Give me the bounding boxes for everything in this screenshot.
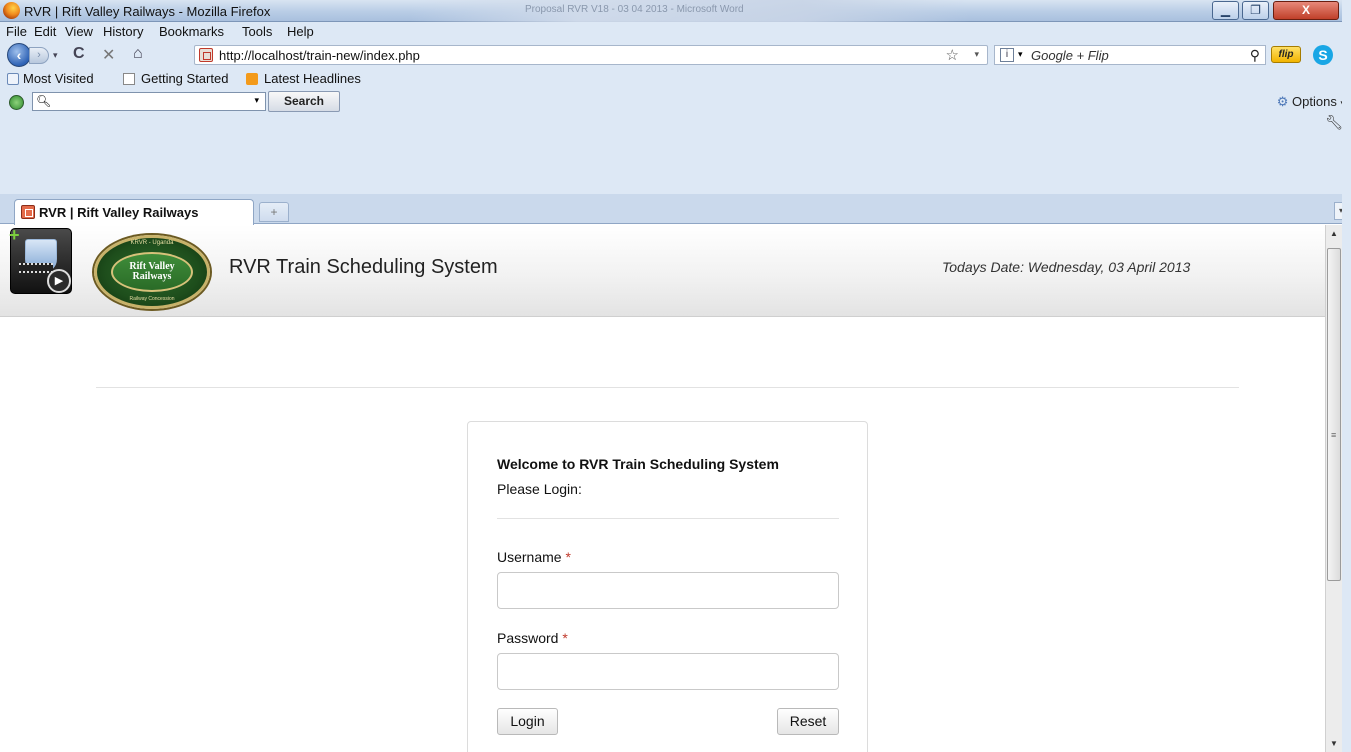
search-icon[interactable]: ⚲ bbox=[1250, 47, 1260, 64]
tab-favicon-icon bbox=[21, 205, 35, 219]
bookmark-star-icon[interactable]: ☆ bbox=[946, 46, 959, 64]
search-placeholder: Google + Flip bbox=[1031, 48, 1109, 63]
bookmark-latest-headlines[interactable]: Latest Headlines bbox=[264, 71, 361, 86]
login-heading: Welcome to RVR Train Scheduling System bbox=[497, 456, 779, 472]
menu-view[interactable]: View bbox=[65, 24, 93, 39]
required-marker: * bbox=[562, 630, 568, 646]
forward-button[interactable]: › bbox=[29, 47, 49, 64]
home-icon[interactable]: ⌂ bbox=[133, 45, 143, 63]
password-input[interactable] bbox=[497, 653, 839, 690]
toolbar-search-button[interactable]: Search bbox=[268, 91, 340, 112]
play-icon[interactable]: ▶ bbox=[47, 269, 71, 293]
rss-icon bbox=[246, 73, 258, 85]
firefox-icon bbox=[3, 2, 20, 19]
rvr-logo: KRVR - Uganda Rift Valley Railways Railw… bbox=[94, 235, 210, 309]
scroll-up-icon[interactable]: ▲ bbox=[1326, 225, 1342, 242]
bookmark-most-visited[interactable]: Most Visited bbox=[23, 71, 94, 86]
vertical-scrollbar[interactable]: ▲ ≡ ▼ bbox=[1325, 225, 1342, 752]
window-title: RVR | Rift Valley Railways - Mozilla Fir… bbox=[24, 4, 271, 19]
app-header: + ▶ KRVR - Uganda Rift Valley Railways R… bbox=[0, 225, 1325, 317]
new-tab-button[interactable]: + bbox=[259, 202, 289, 222]
background-window-title: Proposal RVR V18 - 03 04 2013 - Microsof… bbox=[410, 0, 970, 22]
username-input[interactable] bbox=[497, 572, 839, 609]
toolbar-spacer bbox=[0, 132, 1351, 194]
url-bar[interactable]: http://localhost/train-new/index.php ☆ ▾ bbox=[194, 45, 988, 65]
search-bar[interactable]: i ▾ Google + Flip ⚲ bbox=[994, 45, 1266, 65]
menu-history[interactable]: History bbox=[103, 24, 143, 39]
history-dropdown-icon[interactable]: ▾ bbox=[53, 50, 58, 61]
password-label-text: Password bbox=[497, 630, 559, 646]
divider bbox=[96, 387, 1239, 388]
video-downloader-widget[interactable]: + ▶ bbox=[9, 225, 72, 294]
search-engine-icon[interactable]: i bbox=[1000, 48, 1014, 62]
password-label: Password * bbox=[497, 630, 568, 646]
tab-rvr[interactable]: RVR | Rift Valley Railways bbox=[14, 199, 254, 225]
search-icon: 🔍︎ bbox=[36, 94, 52, 108]
todays-date: Todays Date: Wednesday, 03 April 2013 bbox=[942, 259, 1191, 275]
logo-inner-oval: Rift Valley Railways bbox=[111, 252, 193, 292]
plus-icon: + bbox=[9, 225, 20, 245]
login-button[interactable]: Login bbox=[497, 708, 558, 735]
tab-label: RVR | Rift Valley Railways bbox=[39, 205, 199, 220]
stop-icon[interactable]: ✕ bbox=[102, 45, 115, 65]
options-label: Options bbox=[1292, 94, 1337, 109]
url-dropdown-icon[interactable]: ▾ bbox=[974, 49, 979, 60]
menu-file[interactable]: File bbox=[6, 24, 27, 39]
scroll-down-icon[interactable]: ▼ bbox=[1326, 735, 1342, 752]
background-window-title-text: Proposal RVR V18 - 03 04 2013 - Microsof… bbox=[525, 4, 744, 15]
bookmarks-toolbar: Most Visited Getting Started Latest Head… bbox=[0, 68, 1351, 90]
page-viewport: + ▶ KRVR - Uganda Rift Valley Railways R… bbox=[0, 225, 1325, 752]
search-engine-dropdown-icon[interactable]: ▾ bbox=[1018, 49, 1023, 60]
username-label-text: Username bbox=[497, 549, 562, 565]
app-title: RVR Train Scheduling System bbox=[229, 256, 498, 278]
flip-button[interactable]: flip bbox=[1271, 46, 1301, 63]
toolbar-search-input[interactable]: 🔍︎ ▾ bbox=[32, 92, 266, 111]
film-strip-icon bbox=[19, 263, 53, 273]
window-title-bar: Proposal RVR V18 - 03 04 2013 - Microsof… bbox=[0, 0, 1351, 22]
menu-help[interactable]: Help bbox=[287, 24, 314, 39]
scrollbar-grip-icon: ≡ bbox=[1331, 430, 1337, 440]
reload-icon[interactable]: C bbox=[73, 45, 85, 63]
bookmark-getting-started[interactable]: Getting Started bbox=[141, 71, 228, 86]
close-button[interactable]: X bbox=[1273, 1, 1339, 20]
required-marker: * bbox=[565, 549, 571, 565]
minimize-button[interactable]: ▁ bbox=[1212, 1, 1239, 20]
reset-button[interactable]: Reset bbox=[777, 708, 839, 735]
menu-tools[interactable]: Tools bbox=[242, 24, 272, 39]
page-icon bbox=[123, 73, 135, 85]
login-card: Welcome to RVR Train Scheduling System P… bbox=[467, 421, 868, 752]
most-visited-icon bbox=[7, 73, 19, 85]
scrollbar-thumb[interactable]: ≡ bbox=[1327, 248, 1341, 581]
tab-bar: RVR | Rift Valley Railways + ▾ bbox=[0, 194, 1351, 225]
wrench-icon[interactable]: 🔧︎ bbox=[1325, 114, 1343, 131]
back-button[interactable]: ‹ bbox=[7, 43, 31, 67]
skype-icon[interactable]: S bbox=[1313, 45, 1333, 65]
logo-arc-bottom-text: Railway Concession bbox=[129, 296, 175, 302]
addon-toolbar: 🔍︎ ▾ Search ⚙ Options ▾ bbox=[0, 90, 1351, 114]
logo-arc-top-text: KRVR - Uganda bbox=[130, 240, 174, 246]
navigation-toolbar: ‹ › ▾ C ✕ ⌂ http://localhost/train-new/i… bbox=[0, 42, 1351, 68]
menu-edit[interactable]: Edit bbox=[34, 24, 56, 39]
menu-bar: File Edit View History Bookmarks Tools H… bbox=[0, 22, 1351, 42]
window-frame-edge bbox=[1342, 0, 1351, 752]
options-menu[interactable]: ⚙ Options ▾ bbox=[1277, 94, 1345, 110]
globe-icon[interactable] bbox=[9, 95, 24, 110]
toolbar-search-dropdown-icon[interactable]: ▾ bbox=[254, 95, 259, 106]
url-text[interactable]: http://localhost/train-new/index.php bbox=[219, 48, 420, 63]
logo-text-line2: Railways bbox=[132, 271, 172, 282]
wrench-row: 🔧︎ bbox=[0, 114, 1351, 132]
maximize-button[interactable]: ❐ bbox=[1242, 1, 1269, 20]
menu-bookmarks[interactable]: Bookmarks bbox=[159, 24, 224, 39]
site-favicon-icon bbox=[199, 48, 213, 62]
login-subheading: Please Login: bbox=[497, 481, 582, 497]
options-gear-icon: ⚙ bbox=[1276, 94, 1289, 109]
login-divider bbox=[497, 518, 839, 519]
username-label: Username * bbox=[497, 549, 571, 565]
